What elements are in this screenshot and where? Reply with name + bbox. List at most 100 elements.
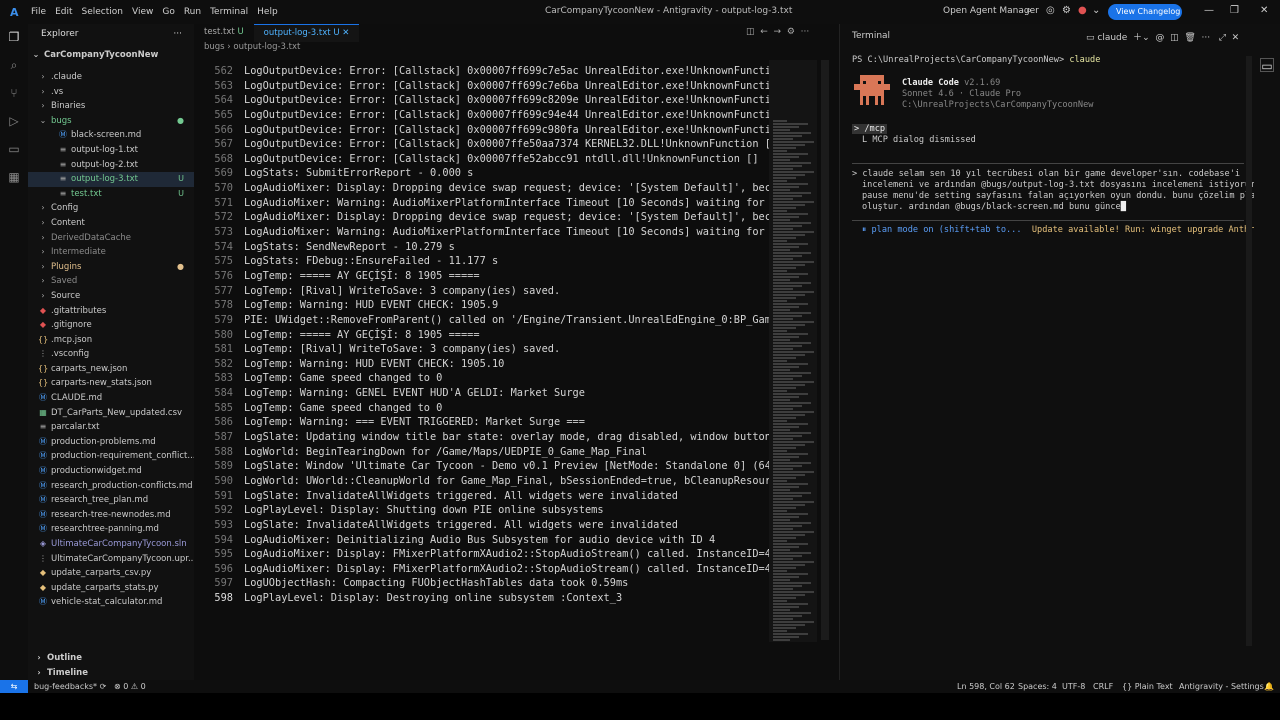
menu-terminal[interactable]: Terminal: [210, 7, 248, 17]
remote-icon[interactable]: ▭: [7, 142, 21, 156]
terminal-scrollbar[interactable]: [1246, 56, 1252, 646]
folder-item[interactable]: › Intermediate: [28, 245, 194, 260]
minimap[interactable]: [769, 60, 817, 642]
folder-item[interactable]: › Binaries: [28, 99, 194, 114]
view-changelog-button[interactable]: View Changelog ✕: [1108, 4, 1182, 32]
file-item[interactable]: Ⓜproduction-problems.md: [28, 435, 194, 450]
file-item[interactable]: ◈ UltimateCarCompanyTycoon.sln: [28, 537, 194, 552]
search-icon[interactable]: ⌕: [1026, 5, 1032, 16]
file-item[interactable]: Ⓜproduction-requirement_conflict...: [28, 449, 194, 464]
outline-section[interactable]: › Outline: [28, 651, 194, 666]
folder-item[interactable]: › Source: [28, 289, 194, 304]
encoding[interactable]: UTF-8: [1062, 680, 1085, 693]
file-item[interactable]: Ⓜ CLAUDE.md: [28, 391, 194, 406]
file-item[interactable]: Ⓜresearch_tree_plan.md: [28, 493, 194, 508]
close-icon[interactable]: ✕: [1260, 5, 1268, 16]
chevron-down-icon[interactable]: ⌄: [1092, 5, 1100, 16]
file-item[interactable]: Ⓜresearchtree-panning.md: [28, 522, 194, 537]
file-item[interactable]: ◆ update_carparts_csv.py: [28, 566, 194, 581]
menu-edit[interactable]: Edit: [55, 7, 72, 17]
close-icon[interactable]: ✕: [342, 28, 349, 38]
remote-icon[interactable]: ⇆: [0, 680, 28, 693]
file-item[interactable]: ≡ output-log-2.txt: [28, 158, 194, 173]
folder-item[interactable]: › .claude: [28, 70, 194, 85]
forward-icon[interactable]: →: [774, 27, 782, 37]
bell-icon[interactable]: 🔔: [1264, 680, 1274, 693]
terminal-output[interactable]: PS C:\UnrealProjects\CarCompanyTycoonNew…: [852, 55, 1100, 66]
file-item[interactable]: ⋮ .vsconfig: [28, 347, 194, 362]
indentation[interactable]: Spaces: 4: [1018, 680, 1057, 693]
menu-go[interactable]: Go: [162, 7, 174, 17]
terminal-shell[interactable]: claude: [1097, 33, 1127, 43]
file-item[interactable]: ≡ test.txt U: [28, 187, 194, 202]
settings-link[interactable]: Antigravity - Settings: [1179, 680, 1264, 693]
terminal-view-icon[interactable]: ▭: [1260, 58, 1274, 73]
cursor-position[interactable]: Ln 598, Col 62: [957, 680, 1015, 693]
folder-item[interactable]: › Plugins ●: [28, 260, 194, 275]
project-root[interactable]: ⌄ CarCompanyTycoonNew: [28, 48, 194, 63]
folder-item[interactable]: › .vs: [28, 85, 194, 100]
agent-manager-link[interactable]: Open Agent Manager: [943, 6, 1039, 16]
run-debug-icon[interactable]: ▷: [7, 114, 21, 128]
prompt-input[interactable]: > claude selam sen 10 yıl tecrübesi olan…: [852, 169, 1266, 213]
extensions-icon[interactable]: ▦: [7, 170, 21, 184]
problems-count[interactable]: ⊗ 0 ⚠ 0: [114, 680, 146, 693]
menu-file[interactable]: File: [31, 7, 46, 17]
timeline-section[interactable]: › Timeline: [28, 666, 194, 681]
menu-help[interactable]: Help: [257, 7, 278, 17]
gear-icon[interactable]: ⚙: [1062, 5, 1071, 16]
settings-icon[interactable]: ⚙: [787, 27, 795, 37]
minimize-icon[interactable]: —: [1204, 5, 1214, 16]
restore-icon[interactable]: ❐: [1230, 5, 1239, 16]
chevron-down-icon[interactable]: ⌄: [1142, 33, 1150, 43]
language-mode[interactable]: {} Plain Text: [1122, 680, 1173, 693]
breadcrumb-file[interactable]: output-log-3.txt: [233, 42, 300, 52]
explorer-icon[interactable]: ❐: [7, 30, 21, 44]
git-branch[interactable]: bug-feedbacks* ⟳: [34, 680, 106, 693]
search-icon[interactable]: ⌕: [7, 58, 21, 72]
maximize-icon[interactable]: ⤢: [1219, 33, 1226, 43]
breadcrumb-folder[interactable]: bugs: [204, 42, 225, 52]
tab-output-log-3[interactable]: output-log-3.txt U ✕: [253, 24, 360, 42]
file-item[interactable]: Ⓜresearch-tree-newnodes.md: [28, 508, 194, 523]
split-icon[interactable]: ◫: [746, 27, 755, 37]
trash-icon[interactable]: 🗑: [1184, 33, 1195, 43]
menu-view[interactable]: View: [132, 7, 153, 17]
file-item[interactable]: ≡ output-log-1.txt: [28, 143, 194, 158]
code-view[interactable]: 562 LogOutputDevice: Error: [Callstack] 0…: [194, 64, 769, 624]
file-item[interactable]: Ⓜblack-screen.md: [28, 128, 194, 143]
file-item[interactable]: ◆ .gitignore: [28, 318, 194, 333]
folder-item[interactable]: ⌄ bugs ●: [28, 114, 194, 129]
more-icon[interactable]: ···: [1202, 33, 1211, 43]
file-item[interactable]: ≡ output-log-3.txt U: [28, 172, 194, 187]
tab-test-txt[interactable]: test.txt U: [194, 24, 254, 42]
folder-item[interactable]: › Saved: [28, 274, 194, 289]
line-ending[interactable]: CRLF: [1093, 680, 1113, 693]
folder-item[interactable]: › Content: [28, 216, 194, 231]
menu-selection[interactable]: Selection: [82, 7, 123, 17]
back-icon[interactable]: ←: [760, 27, 768, 37]
globe-icon[interactable]: ◎: [1046, 5, 1055, 16]
record-icon[interactable]: ●: [1078, 5, 1087, 16]
file-item[interactable]: Ⓜproductionwidget.md: [28, 464, 194, 479]
add-terminal-icon[interactable]: ＋: [1133, 33, 1142, 43]
file-item[interactable]: ▦ DT_CarParts_New_updated.csv: [28, 406, 194, 421]
file-item[interactable]: {} carparts_new.json: [28, 362, 194, 377]
close-icon[interactable]: ✕: [1232, 33, 1240, 43]
file-item[interactable]: {} .mcp.json: [28, 333, 194, 348]
more-icon[interactable]: ···: [801, 27, 810, 37]
source-control-icon[interactable]: ⑂: [7, 86, 21, 100]
sync-icon[interactable]: ⟳: [100, 682, 107, 691]
folder-item[interactable]: › DerivedDataCache: [28, 231, 194, 246]
editor-scrollbar[interactable]: [821, 60, 829, 640]
file-item[interactable]: ⋮ UltimateCarCompanyTycoon.upr...: [28, 552, 194, 567]
menu-run[interactable]: Run: [184, 7, 201, 17]
file-item[interactable]: ◆ .gitattributes: [28, 304, 194, 319]
file-item[interactable]: ≡ parcalar.txt: [28, 420, 194, 435]
folder-item[interactable]: › Config: [28, 201, 194, 216]
split-icon[interactable]: ◫: [1170, 33, 1179, 43]
mention-icon[interactable]: @: [1155, 33, 1164, 43]
file-item[interactable]: ◆ update_carparts_stats.py: [28, 581, 194, 596]
file-item[interactable]: Ⓜresearch_production-conflicts.md: [28, 479, 194, 494]
file-item[interactable]: Ⓜvehicle-stat_calculator.md: [28, 595, 194, 610]
